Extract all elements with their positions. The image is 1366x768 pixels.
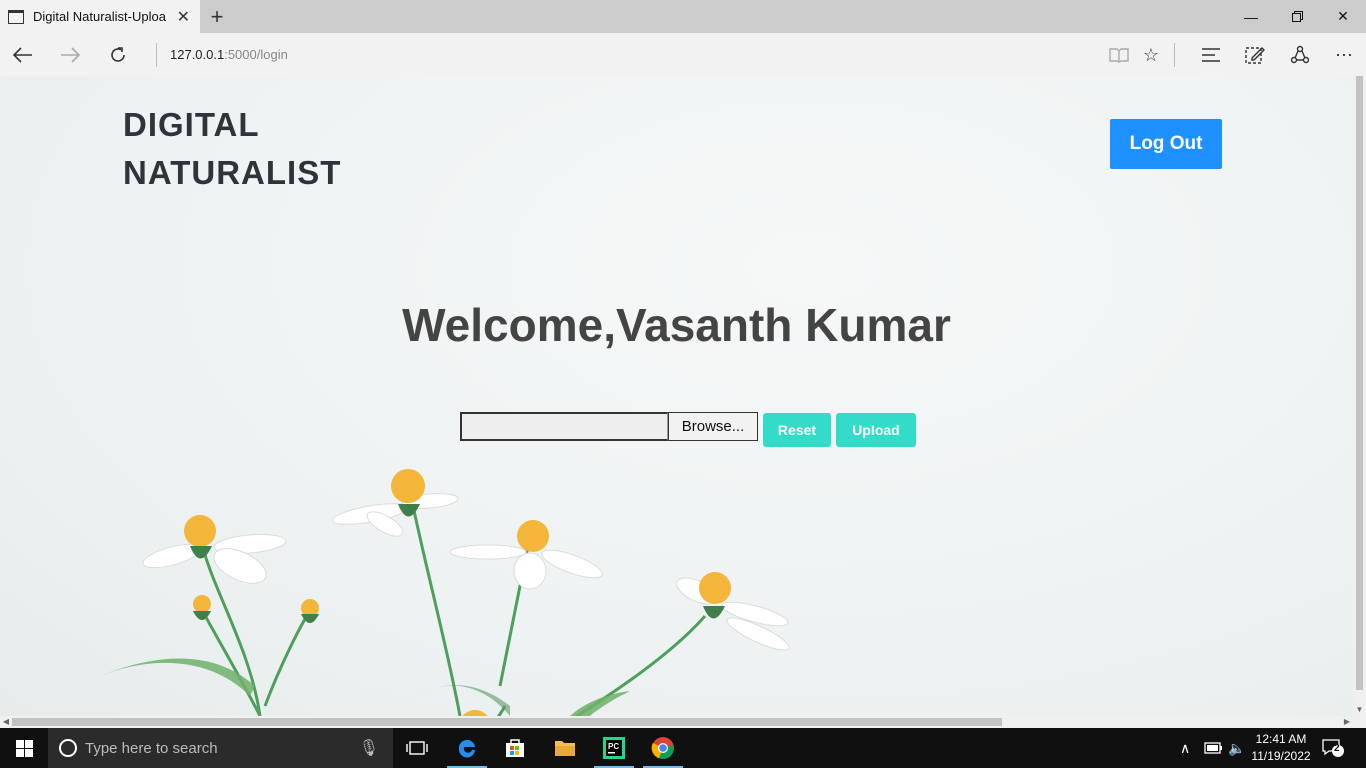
refresh-icon[interactable]: [103, 41, 133, 69]
clock-time: 12:41 AM: [1255, 732, 1307, 746]
svg-text:PC: PC: [608, 742, 619, 751]
scroll-down-icon[interactable]: ▼: [1353, 703, 1366, 716]
notification-count: 2: [1334, 743, 1340, 754]
file-explorer-icon[interactable]: [541, 728, 589, 768]
browser-tab[interactable]: Digital Naturalist-Uploa ✕: [0, 0, 200, 33]
store-icon[interactable]: [491, 728, 539, 768]
windows-start-icon[interactable]: [0, 728, 48, 768]
url-path: :5000/login: [224, 47, 288, 62]
search-placeholder: Type here to search: [85, 739, 218, 757]
edge-browser-icon[interactable]: [443, 728, 491, 768]
horizontal-scroll-thumb[interactable]: [12, 718, 1002, 726]
back-icon[interactable]: [8, 41, 38, 69]
cortana-icon: [59, 739, 77, 757]
favorite-star-icon[interactable]: ☆: [1138, 42, 1164, 68]
new-tab-icon[interactable]: +: [206, 4, 228, 30]
vertical-scroll-thumb[interactable]: [1356, 76, 1363, 690]
share-icon[interactable]: [1287, 42, 1313, 68]
brand-line-1: DIGITAL: [123, 106, 260, 143]
welcome-heading: Welcome,Vasanth Kumar: [402, 299, 951, 351]
url-host: 127.0.0.1: [170, 47, 225, 62]
vertical-scrollbar[interactable]: ▼: [1353, 76, 1366, 716]
scroll-left-icon[interactable]: ◀: [0, 716, 12, 728]
scroll-right-icon[interactable]: ▶: [1341, 716, 1353, 728]
close-tab-icon[interactable]: ✕: [177, 7, 190, 27]
address-bar: 127.0.0.1:5000/login ☆ ⋯: [0, 33, 1366, 76]
tab-title: Digital Naturalist-Uploa: [33, 9, 166, 24]
url-separator: [156, 43, 157, 67]
volume-icon[interactable]: 🔈: [1228, 728, 1245, 768]
hub-icon[interactable]: [1198, 42, 1224, 68]
taskbar-search-box[interactable]: Type here to search 🎙: [48, 728, 393, 768]
brand-line-2: NATURALIST: [123, 154, 342, 191]
reading-view-icon[interactable]: [1106, 42, 1132, 68]
clock-date: 11/19/2022: [1251, 749, 1311, 763]
url-field[interactable]: 127.0.0.1:5000/login: [170, 47, 288, 62]
chrome-icon[interactable]: [639, 728, 687, 768]
file-path-field[interactable]: [460, 412, 668, 441]
web-note-icon[interactable]: [1242, 42, 1268, 68]
task-view-icon[interactable]: [393, 728, 441, 768]
restore-button[interactable]: [1274, 0, 1320, 33]
brand-logo: DIGITAL NATURALIST: [123, 101, 341, 197]
reset-button[interactable]: Reset: [763, 413, 831, 447]
battery-icon[interactable]: [1203, 728, 1223, 768]
toolbar-separator: [1174, 43, 1175, 67]
forward-icon[interactable]: [55, 41, 85, 69]
minimize-button[interactable]: —: [1228, 0, 1274, 33]
logout-button[interactable]: Log Out: [1110, 119, 1222, 169]
more-options-icon[interactable]: ⋯: [1331, 42, 1357, 68]
browse-button[interactable]: Browse...: [668, 412, 758, 441]
microphone-icon[interactable]: 🎙: [359, 738, 379, 758]
show-hidden-icons-chevron-icon[interactable]: ∧: [1180, 728, 1190, 768]
pycharm-icon[interactable]: PC: [590, 728, 638, 768]
action-center-icon[interactable]: 2: [1322, 738, 1344, 758]
page-icon: [8, 9, 24, 24]
scrollbar-corner: [1353, 716, 1366, 728]
system-clock[interactable]: 12:41 AM 11/19/2022: [1250, 731, 1312, 765]
page-viewport: DIGITAL NATURALIST Log Out Welcome,Vasan…: [0, 76, 1353, 716]
horizontal-scrollbar[interactable]: ◀ ▶: [0, 716, 1353, 728]
taskbar: Type here to search 🎙 PC ∧ 🔈 12:41 AM 11…: [0, 728, 1366, 768]
close-window-button[interactable]: ✕: [1320, 0, 1366, 33]
browser-tab-bar: Digital Naturalist-Uploa ✕ + — ✕: [0, 0, 1366, 33]
upload-button[interactable]: Upload: [836, 413, 916, 447]
